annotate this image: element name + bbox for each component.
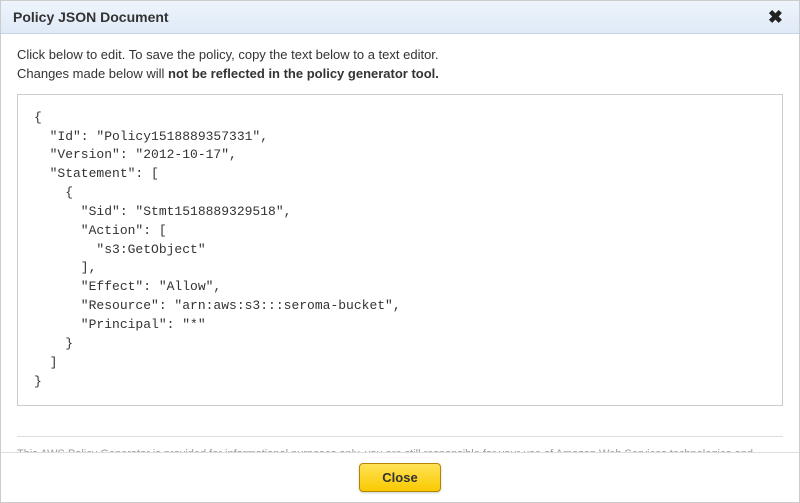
instructions-line2-prefix: Changes made below will — [17, 66, 168, 81]
dialog-footer: Close — [1, 452, 799, 502]
instructions-line2-bold: not be reflected in the policy generator… — [168, 66, 439, 81]
dialog-title: Policy JSON Document — [13, 9, 169, 25]
policy-json-dialog: Policy JSON Document ✖ Click below to ed… — [0, 0, 800, 503]
instructions-text: Click below to edit. To save the policy,… — [17, 46, 783, 84]
dialog-body[interactable]: Click below to edit. To save the policy,… — [1, 34, 799, 452]
instructions-line1: Click below to edit. To save the policy,… — [17, 46, 783, 65]
disclaimer-text: This AWS Policy Generator is provided fo… — [17, 447, 783, 452]
policy-json-textarea[interactable]: { "Id": "Policy1518889357331", "Version"… — [17, 94, 783, 407]
close-icon[interactable]: ✖ — [764, 8, 787, 26]
divider — [17, 436, 783, 437]
instructions-line2: Changes made below will not be reflected… — [17, 65, 783, 84]
close-button[interactable]: Close — [359, 463, 440, 492]
dialog-header: Policy JSON Document ✖ — [1, 1, 799, 34]
